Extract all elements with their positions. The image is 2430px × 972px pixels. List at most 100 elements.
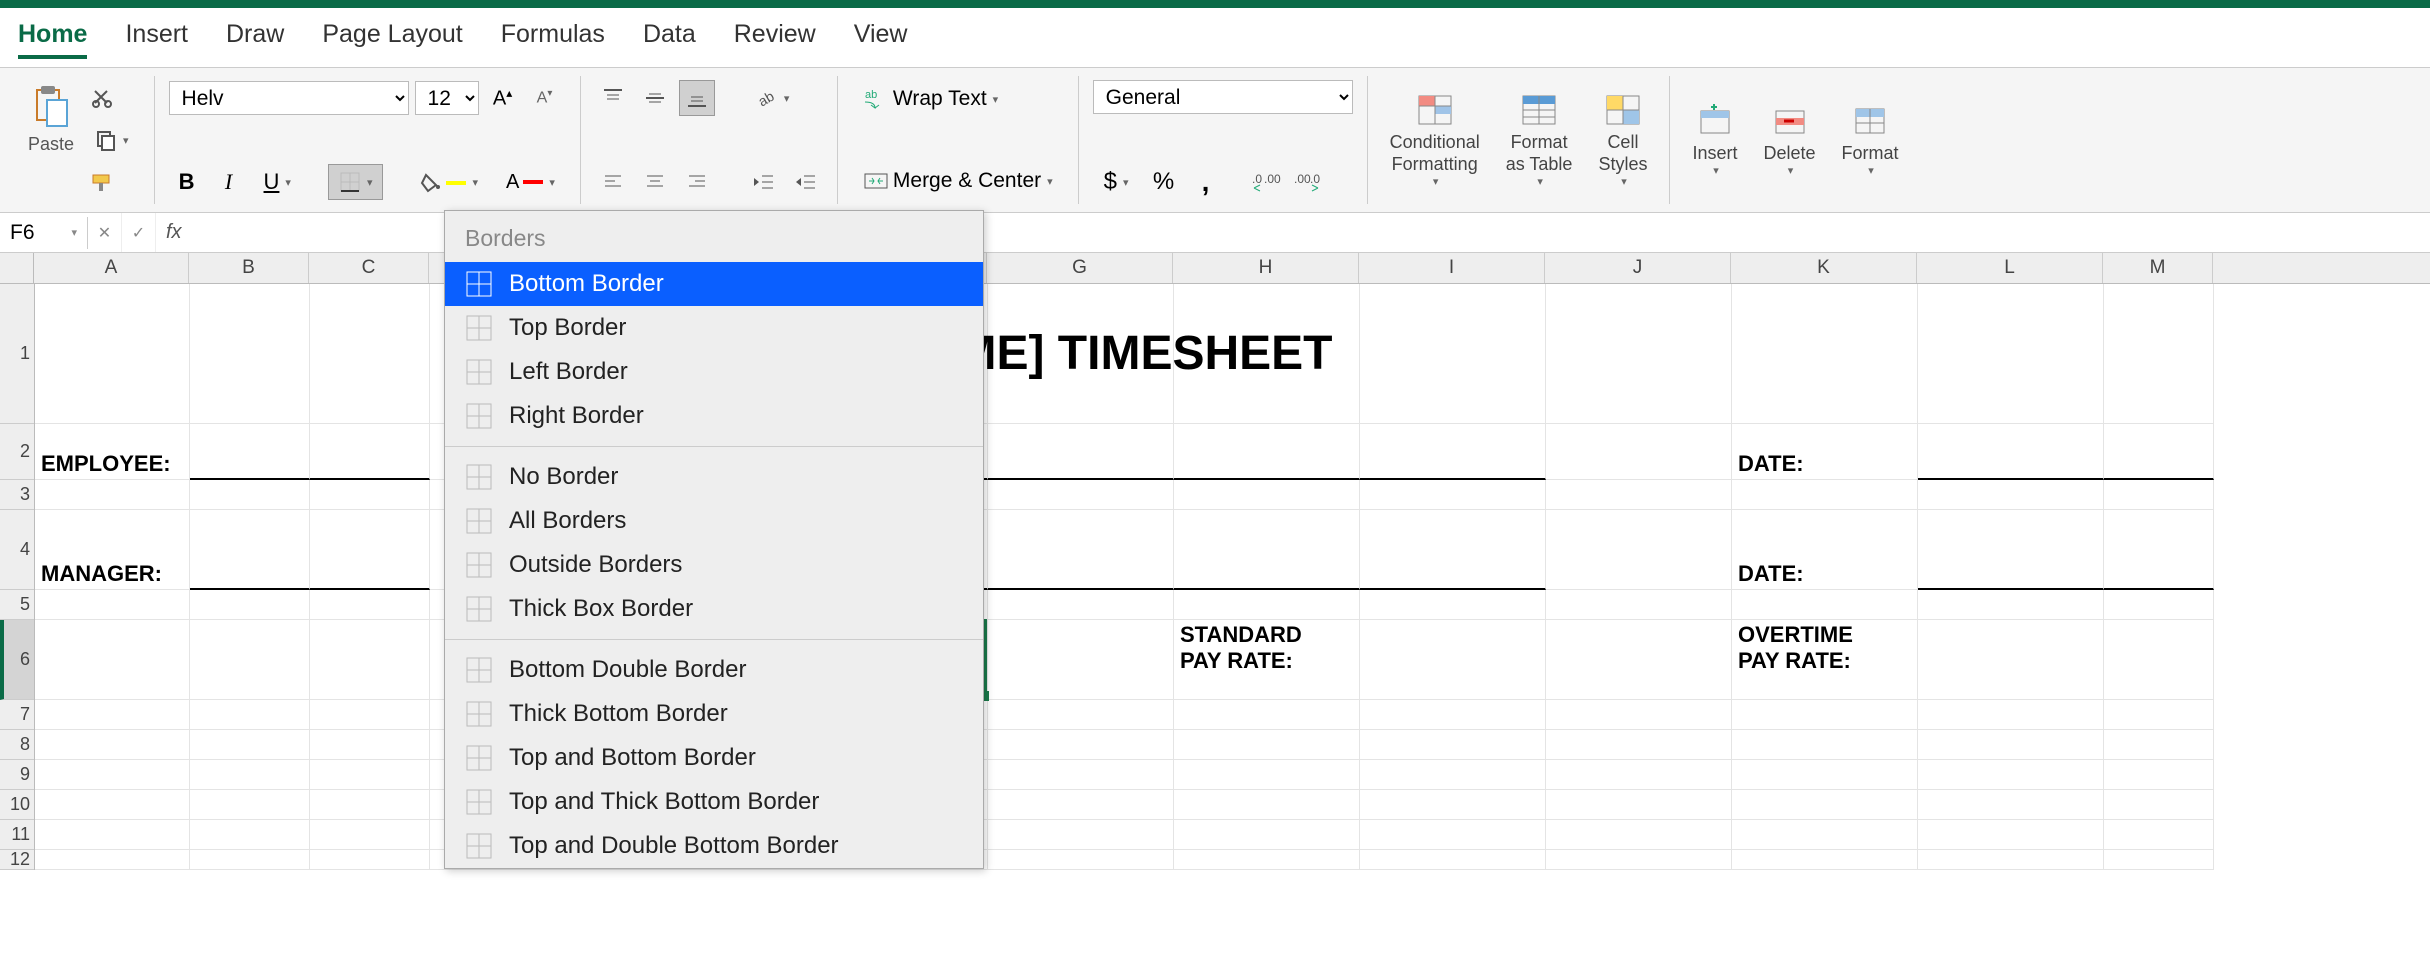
italic-button[interactable]: I bbox=[211, 164, 247, 200]
cell-L4[interactable] bbox=[1918, 510, 2104, 590]
decrease-indent-button[interactable] bbox=[745, 164, 781, 200]
cell-B10[interactable] bbox=[190, 790, 310, 820]
cell-G7[interactable] bbox=[988, 700, 1174, 730]
cell-L6[interactable] bbox=[1918, 620, 2104, 700]
cell-H4[interactable] bbox=[1174, 510, 1360, 590]
row-header-6[interactable]: 6 bbox=[0, 620, 34, 700]
cell-C11[interactable] bbox=[310, 820, 430, 850]
cell-styles-button[interactable]: CellStyles ▾ bbox=[1590, 88, 1655, 192]
cell-B6[interactable] bbox=[190, 620, 310, 700]
cell-L7[interactable] bbox=[1918, 700, 2104, 730]
cut-button[interactable] bbox=[84, 80, 120, 116]
cell-C4[interactable] bbox=[310, 510, 430, 590]
col-header-B[interactable]: B bbox=[189, 253, 309, 283]
cell-B8[interactable] bbox=[190, 730, 310, 760]
increase-decimal-button[interactable]: .0.00 bbox=[1248, 164, 1284, 200]
cell-J9[interactable] bbox=[1546, 760, 1732, 790]
cell-G5[interactable] bbox=[988, 590, 1174, 620]
underline-button[interactable]: U▾ bbox=[253, 164, 302, 200]
cell-A9[interactable] bbox=[35, 760, 190, 790]
fill-color-button[interactable]: ▾ bbox=[409, 164, 489, 200]
menu-item-top-and-thick-bottom-border[interactable]: Top and Thick Bottom Border bbox=[445, 780, 983, 824]
decrease-decimal-button[interactable]: .00.0 bbox=[1290, 164, 1326, 200]
format-as-table-button[interactable]: Formatas Table ▾ bbox=[1498, 88, 1581, 192]
cell-B5[interactable] bbox=[190, 590, 310, 620]
cell-G8[interactable] bbox=[988, 730, 1174, 760]
decrease-font-button[interactable]: A▾ bbox=[527, 80, 563, 116]
percent-button[interactable]: % bbox=[1146, 164, 1182, 200]
align-right-button[interactable] bbox=[679, 164, 715, 200]
cell-J1[interactable] bbox=[1546, 284, 1732, 424]
font-size-select[interactable]: 12 bbox=[415, 81, 479, 115]
conditional-formatting-button[interactable]: ConditionalFormatting ▾ bbox=[1382, 88, 1488, 192]
cell-L2[interactable] bbox=[1918, 424, 2104, 480]
align-top-button[interactable] bbox=[595, 80, 631, 116]
cell-G10[interactable] bbox=[988, 790, 1174, 820]
copy-button[interactable]: ▾ bbox=[84, 122, 140, 158]
cell-I9[interactable] bbox=[1360, 760, 1546, 790]
row-header-8[interactable]: 8 bbox=[0, 730, 34, 760]
cell-A7[interactable] bbox=[35, 700, 190, 730]
col-header-C[interactable]: C bbox=[309, 253, 429, 283]
cell-M5[interactable] bbox=[2104, 590, 2214, 620]
cell-J5[interactable] bbox=[1546, 590, 1732, 620]
cell-M11[interactable] bbox=[2104, 820, 2214, 850]
cell-H11[interactable] bbox=[1174, 820, 1360, 850]
cell-H8[interactable] bbox=[1174, 730, 1360, 760]
cell-A4[interactable]: MANAGER: bbox=[35, 510, 190, 590]
menu-item-top-and-double-bottom-border[interactable]: Top and Double Bottom Border bbox=[445, 824, 983, 868]
cell-J3[interactable] bbox=[1546, 480, 1732, 510]
row-header-11[interactable]: 11 bbox=[0, 820, 34, 850]
row-header-3[interactable]: 3 bbox=[0, 480, 34, 510]
cell-J4[interactable] bbox=[1546, 510, 1732, 590]
cell-K8[interactable] bbox=[1732, 730, 1918, 760]
cell-K12[interactable] bbox=[1732, 850, 1918, 870]
menu-item-bottom-double-border[interactable]: Bottom Double Border bbox=[445, 648, 983, 692]
menu-item-no-border[interactable]: No Border bbox=[445, 455, 983, 499]
cell-M12[interactable] bbox=[2104, 850, 2214, 870]
tab-draw[interactable]: Draw bbox=[226, 20, 284, 59]
cell-M1[interactable] bbox=[2104, 284, 2214, 424]
orientation-button[interactable]: ab▾ bbox=[745, 80, 801, 116]
cell-K4[interactable]: DATE: bbox=[1732, 510, 1918, 590]
name-box[interactable]: F6▾ bbox=[0, 217, 88, 249]
cell-B9[interactable] bbox=[190, 760, 310, 790]
col-header-M[interactable]: M bbox=[2103, 253, 2213, 283]
cell-B12[interactable] bbox=[190, 850, 310, 870]
cell-J8[interactable] bbox=[1546, 730, 1732, 760]
row-header-1[interactable]: 1 bbox=[0, 284, 34, 424]
cell-I10[interactable] bbox=[1360, 790, 1546, 820]
merge-center-button[interactable]: Merge & Center ▾ bbox=[852, 162, 1064, 200]
cell-G2[interactable] bbox=[988, 424, 1174, 480]
currency-button[interactable]: $▾ bbox=[1093, 164, 1140, 200]
cell-B1[interactable] bbox=[190, 284, 310, 424]
cell-L9[interactable] bbox=[1918, 760, 2104, 790]
col-header-K[interactable]: K bbox=[1731, 253, 1917, 283]
row-header-5[interactable]: 5 bbox=[0, 590, 34, 620]
cell-G4[interactable] bbox=[988, 510, 1174, 590]
menu-item-all-borders[interactable]: All Borders bbox=[445, 499, 983, 543]
cell-G12[interactable] bbox=[988, 850, 1174, 870]
cell-C12[interactable] bbox=[310, 850, 430, 870]
cell-J11[interactable] bbox=[1546, 820, 1732, 850]
cell-L12[interactable] bbox=[1918, 850, 2104, 870]
cell-K11[interactable] bbox=[1732, 820, 1918, 850]
col-header-L[interactable]: L bbox=[1917, 253, 2103, 283]
col-header-G[interactable]: G bbox=[987, 253, 1173, 283]
cell-C2[interactable] bbox=[310, 424, 430, 480]
row-header-9[interactable]: 9 bbox=[0, 760, 34, 790]
cell-M6[interactable] bbox=[2104, 620, 2214, 700]
cell-I12[interactable] bbox=[1360, 850, 1546, 870]
menu-item-thick-bottom-border[interactable]: Thick Bottom Border bbox=[445, 692, 983, 736]
cell-H6[interactable]: STANDARDPAY RATE: bbox=[1174, 620, 1360, 700]
cell-K5[interactable] bbox=[1732, 590, 1918, 620]
cell-I6[interactable] bbox=[1360, 620, 1546, 700]
cell-I2[interactable] bbox=[1360, 424, 1546, 480]
cell-A2[interactable]: EMPLOYEE: bbox=[35, 424, 190, 480]
tab-formulas[interactable]: Formulas bbox=[501, 20, 605, 59]
bold-button[interactable]: B bbox=[169, 164, 205, 200]
col-header-J[interactable]: J bbox=[1545, 253, 1731, 283]
align-left-button[interactable] bbox=[595, 164, 631, 200]
menu-item-right-border[interactable]: Right Border bbox=[445, 394, 983, 438]
increase-font-button[interactable]: A▴ bbox=[485, 80, 521, 116]
